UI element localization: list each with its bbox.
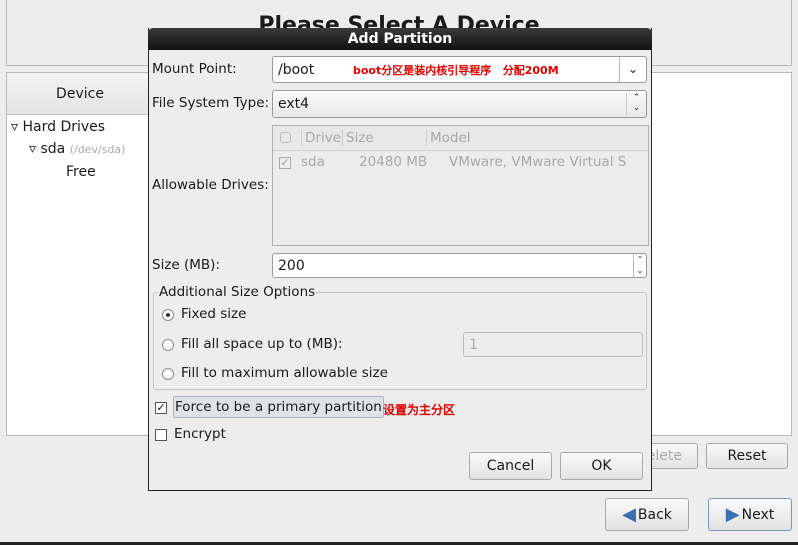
spin-icon[interactable]: ⌃ ⌄	[633, 254, 646, 277]
header-drive[interactable]: Drive	[301, 130, 341, 146]
encrypt-checkbox[interactable]	[155, 429, 167, 441]
encrypt-label[interactable]: Encrypt	[174, 426, 226, 442]
fixed-size-radio[interactable]	[162, 309, 174, 321]
drives-header: Drive Size Model	[273, 126, 648, 151]
size-spinner[interactable]: 200 ⌃ ⌄	[272, 253, 647, 278]
back-arrow-icon: ◀	[622, 504, 636, 525]
mount-point-combo[interactable]: /boot boot分区是装内核引导程序 分配200M ⌄	[272, 56, 647, 83]
size-options-frame: Additional Size Options Fixed size Fill …	[153, 284, 647, 390]
fill-max-radio[interactable]	[162, 368, 174, 380]
add-partition-dialog: Add Partition Mount Point: /boot boot分区是…	[148, 28, 652, 491]
table-row[interactable]: ✓ sda 20480 MB VMware, VMware Virtual S	[273, 152, 648, 174]
mount-point-label: Mount Point:	[152, 61, 237, 77]
fill-upto-spinner[interactable]: 1	[463, 332, 643, 357]
tree-item-free[interactable]: Free	[66, 164, 96, 180]
tree-item-sda[interactable]: ▿ sda (/dev/sda)	[29, 141, 125, 157]
next-button[interactable]: ▶ Next	[708, 498, 792, 531]
fs-type-select[interactable]: ext4 ⌃ ⌄	[272, 90, 647, 118]
header-size[interactable]: Size	[342, 130, 374, 146]
primary-checkbox[interactable]: ✓	[155, 402, 167, 414]
size-options-legend: Additional Size Options	[158, 284, 317, 300]
size-label: Size (MB):	[152, 257, 220, 273]
fill-upto-label[interactable]: Fill all space up to (MB):	[181, 336, 343, 352]
fixed-size-label[interactable]: Fixed size	[181, 306, 246, 322]
fill-max-label[interactable]: Fill to maximum allowable size	[181, 365, 388, 381]
mount-point-annotation: boot分区是装内核引导程序 分配200M	[353, 63, 559, 77]
header-model[interactable]: Model	[426, 130, 471, 146]
drives-table[interactable]: Drive Size Model ✓ sda 20480 MB VMware, …	[272, 125, 649, 246]
primary-annotation: 设置为主分区	[383, 403, 456, 417]
back-button[interactable]: ◀ Back	[605, 498, 689, 531]
allowable-drives-label: Allowable Drives:	[152, 177, 269, 193]
fs-type-label: File System Type:	[152, 95, 270, 111]
next-arrow-icon: ▶	[725, 504, 740, 525]
dialog-titlebar[interactable]: Add Partition	[148, 28, 652, 50]
cancel-button[interactable]: Cancel	[469, 452, 552, 480]
primary-label[interactable]: Force to be a primary partition	[173, 396, 384, 418]
device-column-header[interactable]: Device	[7, 73, 153, 115]
updown-icon: ⌃ ⌄	[626, 93, 646, 115]
chevron-down-icon[interactable]: ⌄	[619, 57, 646, 82]
reset-button[interactable]: Reset	[706, 443, 788, 469]
drive-checkbox[interactable]: ✓	[279, 157, 291, 169]
tree-item-hard-drives[interactable]: ▿ Hard Drives	[11, 119, 105, 135]
ok-button[interactable]: OK	[560, 452, 643, 480]
select-all-checkbox[interactable]	[280, 132, 291, 143]
fill-upto-radio[interactable]	[162, 339, 174, 351]
